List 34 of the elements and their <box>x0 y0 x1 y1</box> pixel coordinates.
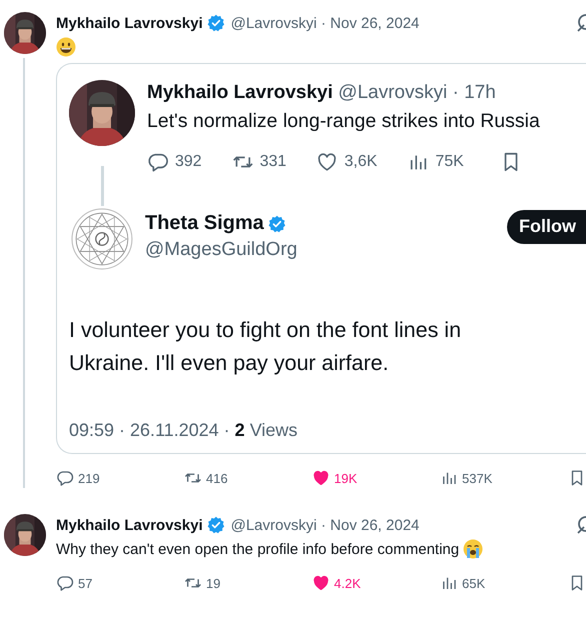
tweet-text-line: Ukraine. I'll even pay your airfare. <box>69 350 389 377</box>
reply-count[interactable]: 57 <box>56 574 184 592</box>
like-count[interactable]: 19K <box>312 469 440 487</box>
handle-and-time: @Lavrovskyi · 17h <box>338 82 496 103</box>
author-handle: @MagesGuildOrg <box>145 239 298 261</box>
repost-count[interactable]: 416 <box>184 469 312 487</box>
repost-count[interactable]: 331 <box>232 151 286 173</box>
follow-button[interactable]: Follow <box>507 210 586 244</box>
handle-and-date: @Lavrovskyi · Nov 26, 2024 <box>230 516 420 534</box>
timestamp-and-views: 09:59 · 26.11.2024 · 2 Views <box>69 420 299 441</box>
crying-face-icon <box>463 539 484 559</box>
geometric-logo-icon <box>71 208 133 270</box>
author-name: Theta Sigma <box>145 212 264 235</box>
reply-count[interactable]: 392 <box>147 151 202 173</box>
reply-icon <box>147 151 169 173</box>
tweet-text: Why they can't even open the profile info before commenting <box>56 540 460 558</box>
repost-count[interactable]: 19 <box>184 574 312 592</box>
author-name: Mykhailo Lavrovskyi <box>147 82 333 103</box>
author-name[interactable]: Mykhailo Lavrovskyi <box>56 516 203 534</box>
handle-and-date: @Lavrovskyi · Nov 26, 2024 <box>230 14 420 32</box>
reply-count[interactable]: 219 <box>56 469 184 487</box>
views-count[interactable]: 537K <box>440 469 568 487</box>
reply-icon <box>56 574 74 592</box>
like-count[interactable]: 3,6K <box>316 151 378 173</box>
views-count[interactable]: 75K <box>407 151 464 173</box>
heart-icon <box>316 151 338 173</box>
author-name[interactable]: Mykhailo Lavrovskyi <box>56 14 203 32</box>
reply-icon <box>56 469 74 487</box>
tweet-text-line: I volunteer you to fight on the font lines in <box>69 317 462 344</box>
grinning-face-icon <box>56 37 76 57</box>
views-count[interactable]: 65K <box>440 574 568 592</box>
like-count[interactable]: 4.2K <box>312 574 440 592</box>
quoted-screenshot[interactable] <box>56 63 586 454</box>
tweet-text: Let's normalize long-range strikes into Russia <box>147 110 541 133</box>
